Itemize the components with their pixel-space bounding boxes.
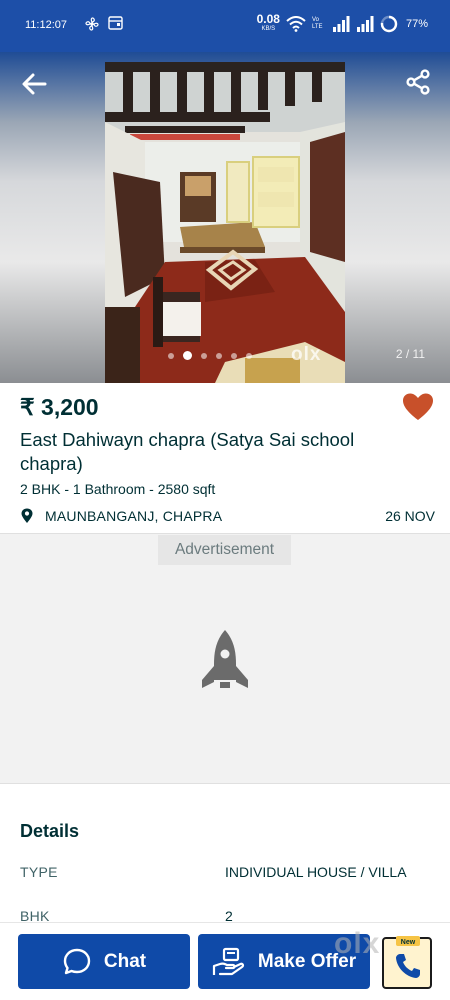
make-offer-label: Make Offer — [257, 950, 357, 972]
battery-percent: 77% — [405, 18, 428, 30]
svg-text:New: New — [401, 939, 416, 946]
gallery-dot[interactable] — [216, 352, 222, 359]
listing-price: ₹ 3,200 — [20, 394, 99, 420]
rocket-placeholder-icon — [202, 630, 248, 688]
listing-photo[interactable] — [105, 62, 345, 383]
signal-icon — [332, 16, 350, 32]
advertisement-slot[interactable]: Advertisement — [0, 533, 450, 784]
call-button[interactable]: New — [382, 936, 432, 989]
status-bar: 11:12:07 0.08 KB/S Vo LTE 77% — [0, 0, 450, 52]
listing-specs: 2 BHK - 1 Bathroom - 2580 sqft — [20, 481, 216, 497]
network-speed: 0.08 KB/S — [256, 12, 280, 32]
wallet-icon — [108, 16, 123, 30]
share-icon[interactable] — [404, 68, 432, 96]
listing-title: East Dahiwayn chapra (Satya Sai school c… — [20, 429, 355, 474]
gallery-dot[interactable] — [201, 352, 207, 359]
gallery-dot[interactable] — [183, 351, 192, 360]
listing-date: 26 NOV — [385, 508, 435, 524]
listing-page: 11:12:07 0.08 KB/S Vo LTE 77% olx 2 / 11… — [0, 0, 450, 1000]
new-badge-icon: New — [396, 936, 420, 946]
gallery-dot[interactable] — [246, 352, 252, 359]
details-heading: Details — [20, 821, 80, 841]
image-counter: 2 / 11 — [395, 347, 425, 361]
chat-bubble-icon — [63, 948, 91, 974]
gallery-dot[interactable] — [168, 352, 174, 359]
fan-icon — [85, 17, 99, 31]
offer-hand-icon — [212, 947, 244, 975]
image-gallery[interactable]: olx 2 / 11 — [0, 52, 450, 383]
make-offer-button[interactable]: Make Offer — [198, 934, 370, 989]
gallery-dot[interactable] — [231, 352, 237, 359]
phone-icon — [396, 954, 420, 978]
listing-location: MAUNBANGANJ, CHAPRA — [45, 508, 223, 524]
detail-value: INDIVIDUAL HOUSE / VILLA — [225, 864, 407, 880]
detail-key: TYPE — [20, 864, 58, 880]
volte-label: Vo LTE — [311, 17, 323, 30]
bottom-action-bar: Chat Make Offer New olx — [0, 922, 450, 1000]
status-time: 11:12:07 — [25, 19, 68, 31]
back-arrow-icon[interactable] — [18, 68, 50, 100]
wifi-icon — [286, 16, 306, 32]
signal-icon — [356, 16, 374, 32]
chat-button[interactable]: Chat — [18, 934, 190, 989]
battery-ring-icon — [380, 15, 398, 33]
location-row: MAUNBANGANJ, CHAPRA 26 NOV — [20, 507, 435, 527]
chat-label: Chat — [103, 950, 147, 972]
gallery-pagination[interactable] — [168, 351, 252, 360]
favourite-heart-icon[interactable] — [402, 392, 434, 422]
location-pin-icon — [21, 508, 33, 523]
olx-watermark: olx — [291, 344, 322, 365]
advertisement-label: Advertisement — [158, 535, 291, 565]
